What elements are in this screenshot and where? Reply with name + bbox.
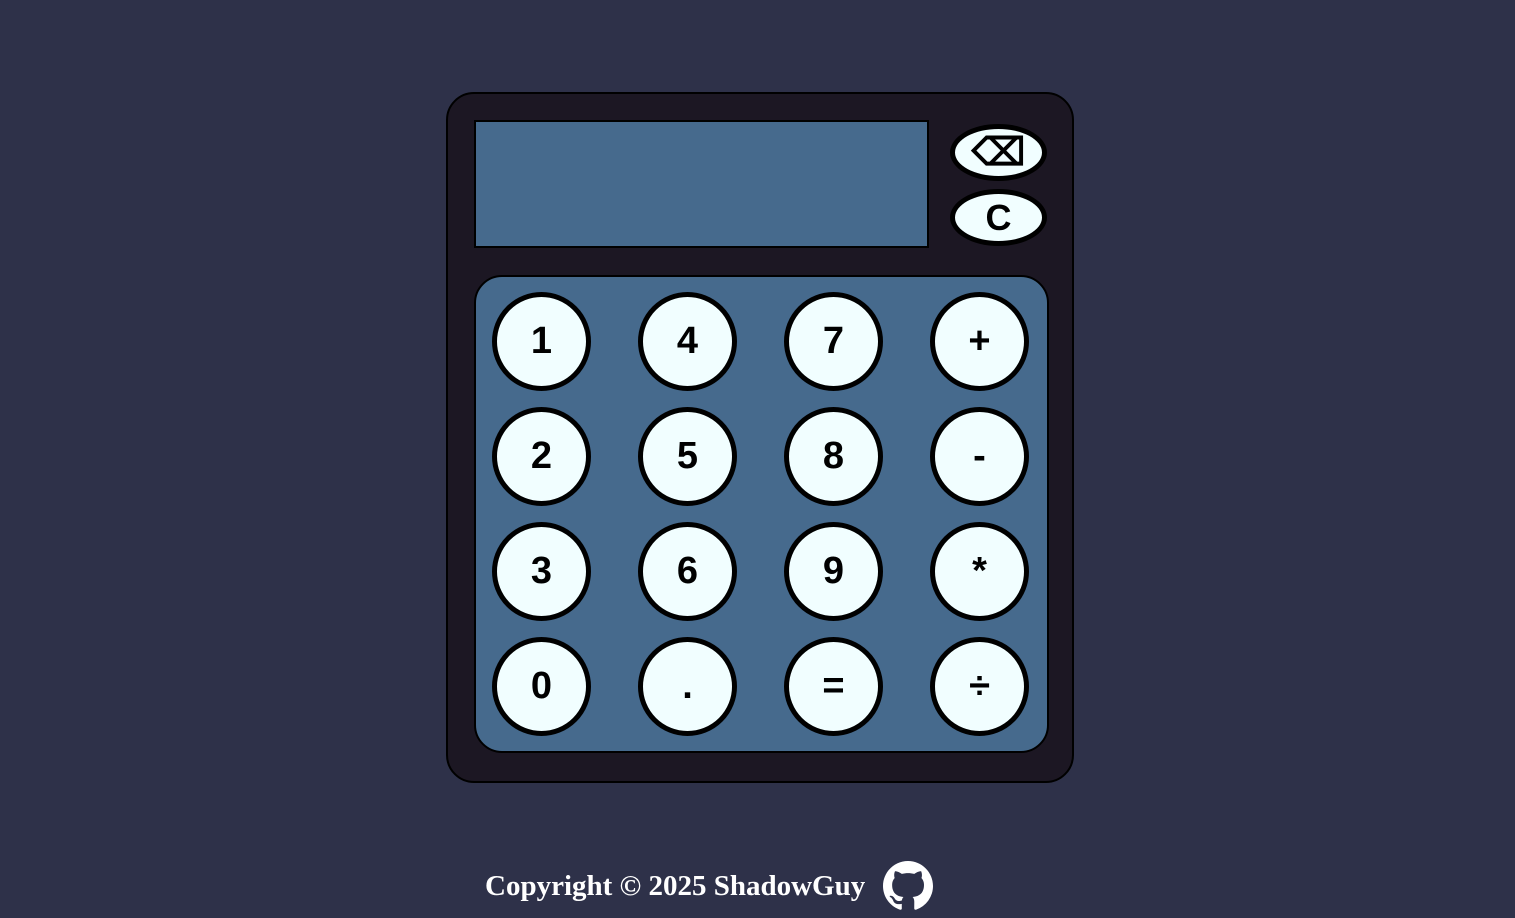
key-6[interactable]: 6	[638, 522, 737, 621]
footer: Copyright © 2025 ShadowGuy	[485, 860, 934, 912]
calculator: ⌫ C 1 4 7 + 2 5 8 - 3 6 9 * 0 . = ÷	[446, 92, 1074, 783]
key-0[interactable]: 0	[492, 637, 591, 736]
clear-button[interactable]: C	[950, 189, 1047, 246]
copyright-text: Copyright © 2025 ShadowGuy	[485, 869, 866, 902]
backspace-button[interactable]: ⌫	[950, 124, 1047, 181]
key-decimal[interactable]: .	[638, 637, 737, 736]
key-1[interactable]: 1	[492, 292, 591, 391]
key-3[interactable]: 3	[492, 522, 591, 621]
key-4[interactable]: 4	[638, 292, 737, 391]
github-icon[interactable]	[883, 861, 934, 911]
key-subtract[interactable]: -	[930, 407, 1029, 506]
key-2[interactable]: 2	[492, 407, 591, 506]
key-9[interactable]: 9	[784, 522, 883, 621]
calculator-display	[474, 120, 929, 248]
key-8[interactable]: 8	[784, 407, 883, 506]
key-equals[interactable]: =	[784, 637, 883, 736]
key-7[interactable]: 7	[784, 292, 883, 391]
keypad: 1 4 7 + 2 5 8 - 3 6 9 * 0 . = ÷	[474, 275, 1049, 753]
key-5[interactable]: 5	[638, 407, 737, 506]
key-divide[interactable]: ÷	[930, 637, 1029, 736]
key-add[interactable]: +	[930, 292, 1029, 391]
key-multiply[interactable]: *	[930, 522, 1029, 621]
